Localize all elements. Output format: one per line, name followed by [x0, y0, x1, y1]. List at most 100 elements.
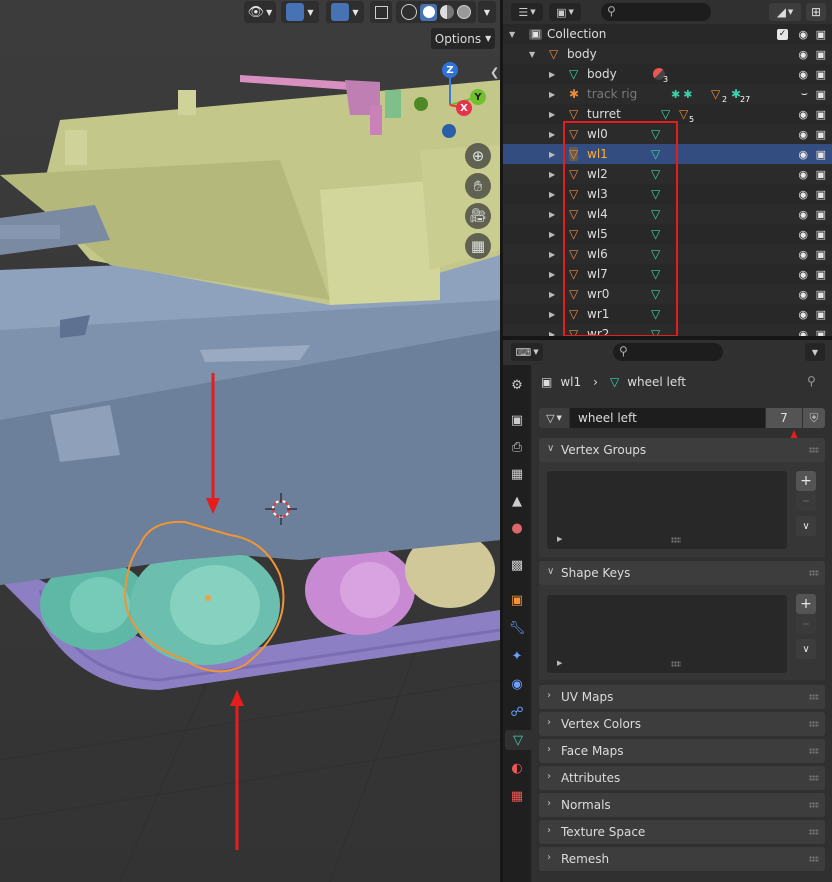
mesh-name-field[interactable]: wheel left	[570, 408, 765, 428]
visibility-selectability-dropdown[interactable]: 👁︎ ▼	[244, 1, 276, 23]
camera-render-icon[interactable]: ▣	[816, 308, 826, 321]
eye-icon[interactable]: ◉	[798, 308, 808, 321]
eye-icon[interactable]: ◉	[798, 328, 808, 337]
3d-viewport[interactable]: Z Y X 👁︎ ▼ ▼ ▼ ▼ Options ▼ ❮ ⊕ ✋︎ 🎥︎ ▦	[0, 0, 500, 882]
outliner-row-label[interactable]: body	[587, 67, 617, 81]
perspective-toggle-button[interactable]: ▦	[465, 233, 491, 259]
expand-arrow-icon[interactable]: ▶	[557, 659, 562, 667]
drag-handle[interactable]	[809, 802, 819, 808]
camera-render-icon[interactable]: ▣	[816, 268, 826, 281]
expand-arrow-icon[interactable]: ▶	[549, 250, 555, 259]
camera-render-icon[interactable]: ▣	[816, 288, 826, 301]
tab-particles[interactable]: ✦	[507, 646, 527, 666]
shading-options-dropdown[interactable]: ▼	[478, 1, 496, 23]
tab-material[interactable]: ◐	[507, 758, 527, 778]
camera-render-icon[interactable]: ▣	[816, 168, 826, 181]
resize-handle[interactable]	[671, 537, 681, 543]
expand-arrow-icon[interactable]: ▶	[549, 310, 555, 319]
object-icon[interactable]: ▽	[711, 87, 720, 101]
panel-vertex-groups[interactable]: ∨ Vertex Groups	[539, 438, 825, 462]
outliner-row-label[interactable]: body	[567, 47, 597, 61]
panel-normals[interactable]: › Normals	[539, 793, 825, 817]
tab-object[interactable]: ▣	[507, 590, 527, 610]
eye-icon[interactable]: ◉	[798, 268, 808, 281]
options-dropdown[interactable]: Options ▼	[431, 28, 495, 49]
eye-icon[interactable]: ◉	[798, 188, 808, 201]
panel-shape-keys[interactable]: ∨ Shape Keys	[539, 561, 825, 585]
new-collection-button[interactable]: ⊞	[806, 3, 826, 21]
eye-closed-icon[interactable]: ⌣	[801, 87, 808, 101]
vertex-groups-list[interactable]: ▶	[547, 471, 787, 549]
expand-arrow-icon[interactable]: ▶	[549, 290, 555, 299]
gizmo-y[interactable]: Y	[470, 89, 486, 105]
tab-texture[interactable]: ▦	[507, 786, 527, 806]
pin-button[interactable]: ⚲	[807, 374, 816, 388]
outliner-row-label[interactable]: turret	[587, 107, 621, 121]
collection-icon[interactable]: ▣	[529, 28, 543, 40]
expand-arrow-icon[interactable]: ▶	[549, 210, 555, 219]
eye-icon[interactable]: ◉	[798, 208, 808, 221]
drag-handle[interactable]	[809, 856, 819, 862]
camera-render-icon[interactable]: ▣	[816, 148, 826, 161]
tab-view-layer[interactable]: ▦	[507, 464, 527, 484]
camera-render-icon[interactable]: ▣	[816, 128, 826, 141]
filter-view-dropdown[interactable]: ▣ ▼	[549, 3, 581, 21]
zoom-button[interactable]: ⊕	[465, 143, 491, 169]
tab-object-data[interactable]: ▽	[505, 730, 531, 750]
eye-icon[interactable]: ◉	[798, 168, 808, 181]
expand-arrow-icon[interactable]: ▶	[549, 190, 555, 199]
eye-icon[interactable]: ◉	[798, 248, 808, 261]
expand-arrow-icon[interactable]: ▶	[557, 535, 562, 543]
filter-dropdown[interactable]: ◢ ▼	[769, 3, 801, 21]
sidebar-toggle-arrow[interactable]: ❮	[490, 66, 499, 79]
overlays-dropdown[interactable]: ▼	[326, 1, 364, 23]
armature-icon[interactable]: ✱	[569, 87, 579, 101]
outliner-row-label[interactable]: Collection	[547, 27, 606, 41]
bone-icon[interactable]: ✱✱	[671, 88, 695, 101]
resize-handle[interactable]	[671, 661, 681, 667]
camera-render-icon[interactable]: ▣	[816, 228, 826, 241]
remove-shape-key-button[interactable]: –	[796, 614, 816, 634]
child-object-icon[interactable]: ▽	[679, 107, 688, 121]
camera-render-icon[interactable]: ▣	[816, 328, 826, 337]
remove-vertex-group-button[interactable]: –	[796, 491, 816, 511]
outliner-row-track-rig[interactable]: ▶ ✱ track rig ✱✱ ▽ ✱ 2 27 ⌣ ▣	[503, 84, 832, 104]
properties-options-dropdown[interactable]: ▼	[805, 343, 825, 361]
panel-face-maps[interactable]: › Face Maps	[539, 739, 825, 763]
expand-arrow-icon[interactable]: ▶	[549, 170, 555, 179]
collapse-arrow-icon[interactable]: ▼	[529, 50, 535, 59]
camera-render-icon[interactable]: ▣	[816, 188, 826, 201]
outliner-row-label[interactable]: track rig	[587, 87, 637, 101]
eye-icon[interactable]: ◉	[798, 28, 808, 41]
drag-handle[interactable]	[809, 721, 819, 727]
tab-render[interactable]: ▣	[507, 410, 527, 430]
drag-handle[interactable]	[809, 570, 819, 576]
properties-editor[interactable]: ⌨ ▼ ⚲ ▼ ⚙ ▣ ⎙ ▦ ▲ ● ▩ ▣ 🔧︎ ✦ ◉ ☍ ▽ ◐ ▦ ▣ …	[503, 340, 832, 882]
camera-render-icon[interactable]: ▣	[816, 248, 826, 261]
shading-modes[interactable]	[396, 1, 476, 23]
mesh-icon[interactable]: ▽	[569, 67, 578, 81]
eye-icon[interactable]: ◉	[798, 108, 808, 121]
editor-type-dropdown[interactable]: ⌨ ▼	[511, 343, 543, 361]
outliner-search-input[interactable]: ⚲	[601, 3, 711, 21]
expand-arrow-icon[interactable]: ▶	[549, 130, 555, 139]
panel-vertex-colors[interactable]: › Vertex Colors	[539, 712, 825, 736]
exclude-checkbox[interactable]: ✓	[777, 28, 788, 40]
tab-modifiers[interactable]: 🔧︎	[507, 618, 527, 638]
outliner-row-body[interactable]: ▶ ▽ body 3 ◉ ▣	[503, 64, 832, 84]
tab-tool[interactable]: ⚙	[507, 375, 527, 395]
panel-texture-space[interactable]: › Texture Space	[539, 820, 825, 844]
camera-render-icon[interactable]: ▣	[816, 208, 826, 221]
tab-constraints[interactable]: ☍	[507, 702, 527, 722]
gizmo-z[interactable]: Z	[442, 62, 458, 78]
drag-handle[interactable]	[809, 748, 819, 754]
fake-user-button[interactable]: ⛨	[803, 408, 825, 428]
camera-render-icon[interactable]: ▣	[816, 48, 826, 61]
tab-world[interactable]: ●	[507, 518, 527, 538]
eye-icon[interactable]: ◉	[798, 68, 808, 81]
mesh-browse-dropdown[interactable]: ▽ ▼	[539, 408, 569, 428]
rendered-shading-icon[interactable]	[457, 5, 471, 19]
camera-render-icon[interactable]: ▣	[816, 88, 826, 101]
solid-shading-icon[interactable]	[420, 3, 437, 21]
object-icon[interactable]: ▽	[549, 47, 558, 61]
